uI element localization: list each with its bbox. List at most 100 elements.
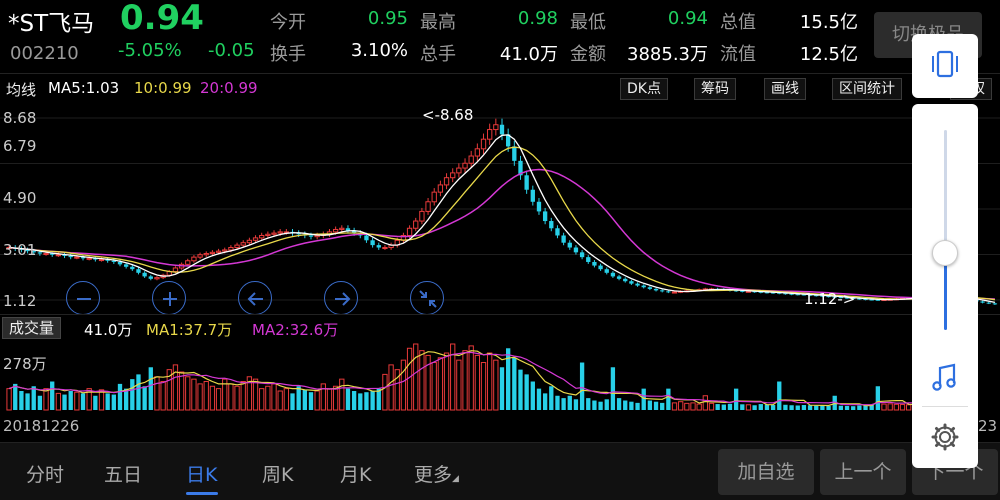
volume-bar xyxy=(536,388,542,410)
volume-bar xyxy=(512,357,517,410)
volume-bar xyxy=(178,371,185,411)
gear-icon[interactable] xyxy=(928,420,962,454)
volume-bar xyxy=(443,352,450,411)
volume-bar xyxy=(758,404,763,410)
volume-bar xyxy=(388,364,394,411)
vibrate-toggle[interactable] xyxy=(912,34,978,98)
volume-bar xyxy=(567,395,572,410)
tab-weekly-k[interactable]: 周K xyxy=(262,460,293,487)
volume-bar xyxy=(462,350,468,411)
volume-bar xyxy=(678,401,684,411)
volume-bar xyxy=(376,388,381,410)
add-watchlist-button[interactable]: 加自选 xyxy=(718,449,814,495)
volume-chart xyxy=(6,343,967,411)
volume-bar xyxy=(314,390,320,411)
volume-bar xyxy=(302,389,307,410)
music-note-icon[interactable] xyxy=(928,360,962,394)
volume-bar xyxy=(468,345,474,411)
volume-bar xyxy=(474,354,481,411)
volume-bar xyxy=(400,359,407,411)
volume-bar xyxy=(844,405,850,410)
volume-slider-knob[interactable] xyxy=(932,240,958,266)
volume-bar xyxy=(487,352,493,411)
volume-bar xyxy=(136,374,141,410)
volume-bar xyxy=(518,369,523,410)
volume-bar xyxy=(684,402,690,411)
volume-bar xyxy=(203,381,209,411)
volume-bar xyxy=(499,367,505,410)
volume-bar xyxy=(801,405,807,410)
volume-bar xyxy=(43,388,49,411)
volume-bar xyxy=(62,394,67,410)
tab-daily-k[interactable]: 日K xyxy=(186,460,217,487)
volume-bar xyxy=(820,405,825,410)
volume-bar xyxy=(406,347,413,411)
tab-monthly-k[interactable]: 月K xyxy=(340,460,371,487)
volume-bar xyxy=(74,391,80,411)
volume-bar xyxy=(370,391,375,410)
volume-bar xyxy=(13,383,18,410)
active-tab-indicator xyxy=(186,492,218,495)
volume-bar xyxy=(37,395,43,410)
volume-bar xyxy=(770,405,776,410)
volume-bar xyxy=(419,350,425,411)
volume-bar xyxy=(875,386,881,410)
volume-bar xyxy=(358,393,363,410)
volume-bar xyxy=(271,383,277,411)
volume-bar xyxy=(702,395,708,411)
volume-bar xyxy=(185,376,191,411)
volume-bar xyxy=(555,395,560,410)
volume-bar xyxy=(733,388,739,410)
volume-bar xyxy=(160,381,166,411)
volume-bar xyxy=(524,374,529,410)
volume-bar xyxy=(893,403,899,411)
volume-bar xyxy=(19,391,24,410)
volume-bar xyxy=(881,403,887,411)
volume-bar xyxy=(708,402,715,411)
volume-bar xyxy=(234,385,240,411)
volume-bar xyxy=(899,404,906,411)
volume-bar xyxy=(826,405,831,410)
volume-bar xyxy=(783,404,788,410)
volume-bar xyxy=(296,386,301,410)
volume-bar xyxy=(647,400,653,410)
volume-bar xyxy=(437,357,444,411)
volume-bar xyxy=(197,383,203,411)
volume-bar xyxy=(586,398,591,410)
tab-intraday[interactable]: 分时 xyxy=(26,460,64,487)
volume-bar xyxy=(629,401,634,410)
volume-bar xyxy=(111,394,116,410)
volume-bar xyxy=(764,404,770,410)
volume-bar xyxy=(209,385,216,411)
volume-bar xyxy=(666,388,671,410)
previous-stock-button[interactable]: 上一个 xyxy=(820,449,906,495)
volume-bar xyxy=(573,399,579,410)
volume-bar xyxy=(351,391,357,410)
volume-bar xyxy=(252,378,259,411)
end-date: 23 xyxy=(978,417,998,435)
volume-bar xyxy=(6,388,12,411)
volume-bar xyxy=(456,359,462,411)
volume-bar xyxy=(752,405,757,410)
start-date: 20181226 xyxy=(3,417,80,435)
volume-bar xyxy=(727,403,733,410)
volume-bar xyxy=(579,362,585,410)
volume-bar xyxy=(814,405,819,410)
volume-bar xyxy=(604,399,609,410)
volume-bar xyxy=(240,381,246,411)
tab-more[interactable]: 更多◢ xyxy=(414,460,459,487)
volume-bar xyxy=(55,392,62,411)
volume-bar xyxy=(277,390,283,411)
volume-bar xyxy=(80,393,86,410)
volume-bar xyxy=(105,393,110,410)
volume-bar xyxy=(690,402,696,411)
volume-bar xyxy=(696,403,702,411)
volume-bar xyxy=(339,378,345,411)
volume-bar xyxy=(117,383,123,410)
volume-bar xyxy=(598,401,603,410)
volume-bar xyxy=(906,404,912,411)
tab-five-day[interactable]: 五日 xyxy=(104,460,142,487)
volume-bar xyxy=(431,362,437,411)
volume-bar xyxy=(93,395,98,410)
volume-bar xyxy=(851,406,856,410)
